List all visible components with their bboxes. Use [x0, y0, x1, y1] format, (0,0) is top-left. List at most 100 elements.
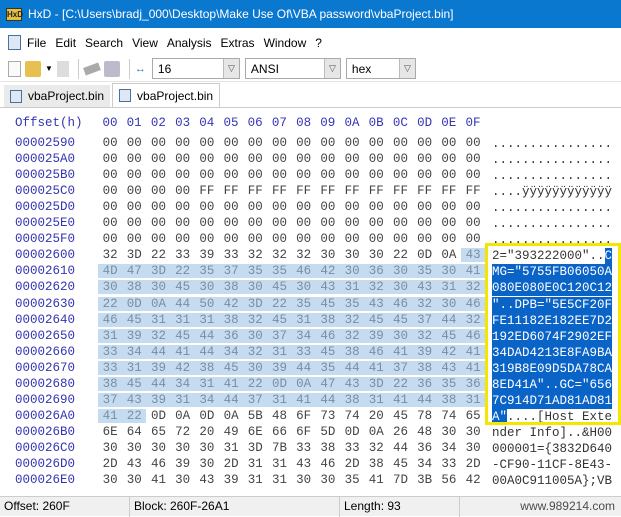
hex-byte[interactable]: 31: [170, 312, 195, 327]
text-column[interactable]: 00A0C911005A};VB: [492, 473, 612, 489]
hex-byte[interactable]: 0D: [413, 248, 437, 262]
bytes-per-row-select[interactable]: 16 ▽: [151, 58, 240, 79]
hex-byte[interactable]: 00: [98, 168, 122, 182]
hex-byte[interactable]: 33: [219, 248, 243, 262]
hex-byte[interactable]: 00: [267, 200, 291, 214]
hex-byte[interactable]: 32: [340, 312, 365, 327]
ram-icon[interactable]: [83, 62, 101, 75]
hex-byte[interactable]: 2D: [98, 457, 122, 471]
hex-byte[interactable]: 00: [122, 136, 146, 150]
hex-byte[interactable]: 43: [412, 280, 437, 295]
hex-byte[interactable]: 00: [98, 184, 122, 198]
hex-byte[interactable]: 22: [388, 376, 413, 391]
hex-byte[interactable]: 3D: [364, 376, 389, 391]
hex-byte[interactable]: 31: [122, 360, 147, 375]
text-column[interactable]: MG="5755FB06050A: [492, 264, 612, 280]
hex-byte[interactable]: 3B: [413, 473, 437, 487]
hex-byte[interactable]: 3D: [243, 441, 267, 455]
hex-byte[interactable]: FF: [364, 184, 388, 198]
hex-byte[interactable]: 38: [98, 376, 123, 391]
hex-byte[interactable]: 46: [388, 296, 413, 311]
hex-byte[interactable]: 32: [364, 441, 388, 455]
hex-byte[interactable]: 45: [388, 409, 412, 423]
hex-byte[interactable]: 46: [461, 328, 486, 343]
hex-byte[interactable]: 42: [219, 296, 244, 311]
hex-byte[interactable]: FF: [316, 184, 340, 198]
hex-byte[interactable]: 34: [170, 376, 195, 391]
open-file-icon[interactable]: [25, 60, 41, 77]
hex-byte[interactable]: 45: [315, 296, 340, 311]
hex-byte[interactable]: 65: [461, 409, 485, 423]
hex-byte[interactable]: 00: [122, 232, 146, 246]
hex-byte[interactable]: 45: [388, 312, 413, 327]
menu-view[interactable]: View: [132, 36, 158, 50]
hex-byte[interactable]: 00: [364, 200, 388, 214]
hex-byte[interactable]: 00: [364, 168, 388, 182]
hex-byte[interactable]: 00: [388, 152, 412, 166]
hex-byte[interactable]: 41: [291, 392, 316, 407]
hex-byte[interactable]: 78: [413, 409, 437, 423]
hex-byte[interactable]: 20: [364, 409, 388, 423]
hex-byte[interactable]: 30: [146, 280, 171, 295]
hex-byte[interactable]: 00: [219, 168, 243, 182]
hex-byte[interactable]: 44: [388, 441, 412, 455]
hex-byte[interactable]: 30: [316, 473, 340, 487]
hex-byte[interactable]: 45: [315, 344, 340, 359]
hex-editor[interactable]: Offset(h) 00 01 02 03 04 05 06 07 08 09 0A 0B 0C 0D 0E…: [0, 109, 621, 495]
hex-byte[interactable]: FF: [243, 184, 267, 198]
hex-byte[interactable]: 00: [388, 232, 412, 246]
hex-byte[interactable]: 00: [292, 152, 316, 166]
hex-byte[interactable]: 0A: [219, 409, 243, 423]
hex-byte[interactable]: 41: [170, 344, 195, 359]
tab-vbaproject-2[interactable]: vbaProject.bin: [112, 83, 221, 107]
hex-byte[interactable]: 38: [219, 312, 244, 327]
hex-byte[interactable]: 32: [461, 312, 486, 327]
hex-byte[interactable]: 35: [194, 264, 219, 279]
hex-byte[interactable]: 44: [194, 328, 219, 343]
hex-byte[interactable]: 00: [122, 200, 146, 214]
hex-byte[interactable]: 00: [461, 136, 485, 150]
hex-byte[interactable]: 38: [194, 360, 219, 375]
hex-byte[interactable]: 45: [122, 312, 147, 327]
hex-byte[interactable]: 00: [340, 152, 364, 166]
text-column[interactable]: FE11182E182EE7D2: [492, 313, 612, 329]
hex-byte[interactable]: 38: [412, 360, 437, 375]
hex-byte[interactable]: 49: [219, 425, 243, 439]
save-icon[interactable]: [56, 60, 69, 77]
hex-byte[interactable]: 00: [267, 216, 291, 230]
hex-byte[interactable]: 00: [146, 232, 170, 246]
hex-byte[interactable]: 00: [195, 168, 219, 182]
hex-byte[interactable]: 46: [316, 457, 340, 471]
hex-byte[interactable]: 45: [267, 280, 292, 295]
hex-byte[interactable]: 00: [413, 216, 437, 230]
hex-byte[interactable]: 00: [195, 136, 219, 150]
hex-byte[interactable]: 41: [461, 344, 486, 359]
hex-byte[interactable]: 30: [436, 264, 461, 279]
hex-byte[interactable]: 00: [364, 136, 388, 150]
hex-byte[interactable]: 22: [170, 264, 195, 279]
menu-file[interactable]: File: [27, 36, 46, 50]
hex-byte[interactable]: 5D: [316, 425, 340, 439]
hex-byte[interactable]: 31: [243, 473, 267, 487]
hex-byte[interactable]: 31: [219, 441, 243, 455]
hex-byte[interactable]: 44: [340, 360, 365, 375]
hex-byte[interactable]: 30: [243, 328, 268, 343]
hex-byte[interactable]: 45: [436, 328, 461, 343]
hex-byte[interactable]: 00: [243, 200, 267, 214]
hex-byte[interactable]: FF: [219, 184, 243, 198]
hex-byte[interactable]: 00: [171, 200, 195, 214]
hex-byte[interactable]: 74: [437, 409, 461, 423]
hex-byte[interactable]: 32: [243, 248, 267, 262]
hex-byte[interactable]: 42: [315, 264, 340, 279]
hex-byte[interactable]: FF: [267, 184, 291, 198]
menu-search[interactable]: Search: [85, 36, 123, 50]
hex-byte[interactable]: 35: [340, 296, 365, 311]
hex-byte[interactable]: 00: [243, 136, 267, 150]
hex-byte[interactable]: 6E: [243, 425, 267, 439]
hex-byte[interactable]: 30: [243, 360, 268, 375]
hex-byte[interactable]: 00: [413, 168, 437, 182]
chevron-down-icon[interactable]: ▽: [323, 59, 340, 78]
hex-byte[interactable]: 30: [171, 473, 195, 487]
hex-byte[interactable]: 00: [413, 232, 437, 246]
hex-byte[interactable]: 00: [146, 216, 170, 230]
